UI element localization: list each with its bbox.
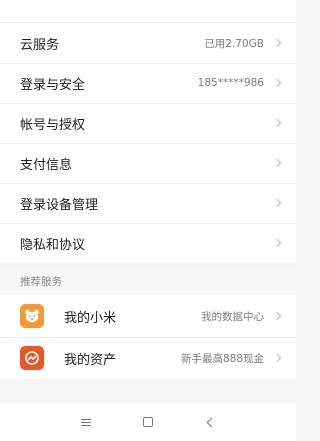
bottom-gap <box>0 383 296 403</box>
chevron-right-icon <box>272 78 282 88</box>
back-button[interactable] <box>179 407 241 437</box>
system-nav-bar <box>0 403 296 441</box>
row-value: 185*****986 <box>197 77 264 89</box>
service-value: 新手最高888现金 <box>180 352 264 365</box>
row-value: 已用2.70GB <box>204 37 264 50</box>
home-button[interactable] <box>117 407 179 437</box>
row-label: 云服务 <box>20 37 60 53</box>
chevron-right-icon <box>272 311 282 321</box>
row-label: 隐私和协议 <box>20 237 86 253</box>
chevron-right-icon <box>272 353 282 363</box>
top-strip <box>0 0 296 22</box>
chevron-right-icon <box>272 198 282 208</box>
settings-list: 云服务 已用2.70GB 登录与安全 185*****986 帐号与授权 支付信… <box>0 23 296 263</box>
settings-row-payment[interactable]: 支付信息 <box>0 143 296 183</box>
services-list: 我的小米 我的数据中心 我的资产 新手最高888现金 <box>0 295 296 379</box>
section-header-recommended: 推荐服务 <box>0 267 296 295</box>
chevron-right-icon <box>272 158 282 168</box>
row-label: 登录与安全 <box>20 77 86 93</box>
row-label: 登录设备管理 <box>20 197 99 213</box>
home-icon <box>143 417 153 427</box>
menu-icon <box>81 418 91 426</box>
back-icon <box>206 417 217 427</box>
asset-icon <box>20 346 44 370</box>
mi-bear-icon <box>20 304 44 328</box>
service-label: 我的资产 <box>64 352 117 368</box>
settings-row-account-auth[interactable]: 帐号与授权 <box>0 103 296 143</box>
settings-row-login-security[interactable]: 登录与安全 185*****986 <box>0 63 296 103</box>
chevron-right-icon <box>272 38 282 48</box>
chevron-right-icon <box>272 118 282 128</box>
section-title: 推荐服务 <box>20 275 62 288</box>
service-row-my-assets[interactable]: 我的资产 新手最高888现金 <box>0 337 296 379</box>
row-label: 帐号与授权 <box>20 117 86 133</box>
settings-row-cloud[interactable]: 云服务 已用2.70GB <box>0 23 296 63</box>
settings-row-devices[interactable]: 登录设备管理 <box>0 183 296 223</box>
service-label: 我的小米 <box>64 310 117 326</box>
settings-row-privacy[interactable]: 隐私和协议 <box>0 223 296 263</box>
row-label: 支付信息 <box>20 157 73 173</box>
service-value: 我的数据中心 <box>201 310 264 323</box>
chevron-right-icon <box>272 238 282 248</box>
service-row-my-mi[interactable]: 我的小米 我的数据中心 <box>0 295 296 337</box>
menu-button[interactable] <box>55 407 117 437</box>
